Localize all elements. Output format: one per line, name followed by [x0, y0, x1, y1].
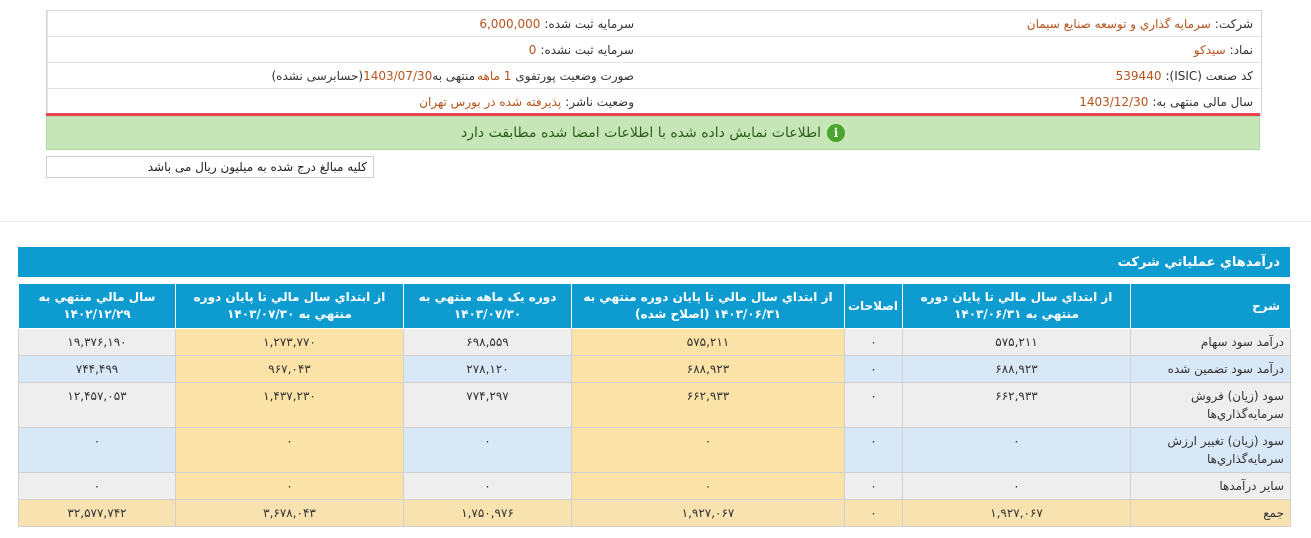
row-description: ساير درآمدها — [1130, 472, 1291, 500]
company-label: شرکت: — [1214, 16, 1253, 31]
cell-value: ۵۷۵,۲۱۱ — [902, 328, 1131, 356]
publisher-status-value: پذیرفته شده در بورس تهران — [419, 94, 562, 109]
section-title: درآمدهاي عملياتي شرکت — [18, 247, 1290, 277]
col-header-ytd-0631: از ابتداي سال مالي تا پايان دوره منتهي ب… — [902, 283, 1131, 329]
table-row: سود (زيان) فروش سرمايه‌گذاري‌ها ۶۶۲,۹۳۳ … — [18, 382, 1291, 428]
cell-value: ۰ — [902, 427, 1131, 473]
cell-value: ۷۴۴,۴۹۹ — [18, 355, 176, 383]
info-row-3: کد صنعت (ISIC): 539440 صورت وضعیت پورتفو… — [47, 63, 1261, 89]
table-row: درآمد سود تضمين شده ۶۸۸,۹۲۳ ۰ ۶۸۸,۹۲۳ ۲۷… — [18, 355, 1291, 383]
row-description: سود (زيان) فروش سرمايه‌گذاري‌ها — [1130, 382, 1291, 428]
table-row: ساير درآمدها ۰ ۰ ۰ ۰ ۰ ۰ — [18, 472, 1291, 500]
cell-value: ۵۷۵,۲۱۱ — [571, 328, 845, 356]
cell-value: ۱,۹۲۷,۰۶۷ — [571, 499, 845, 527]
fiscal-year-cell: سال مالی منتهی به: 1403/12/30 — [642, 89, 1261, 114]
cell-value: ۳۲,۵۷۷,۷۴۲ — [18, 499, 176, 527]
col-header-ytd-0631-adjusted: از ابتداي سال مالي تا پايان دوره منتهي ب… — [571, 283, 845, 329]
cell-value: ۶۶۲,۹۳۳ — [902, 382, 1131, 428]
col-header-fy-1402: سال مالي منتهي به ۱۴۰۲/۱۲/۲۹ — [18, 283, 176, 329]
row-description: درآمد سود تضمين شده — [1130, 355, 1291, 383]
section-divider — [0, 221, 1311, 222]
cell-value: ۶۸۸,۹۲۳ — [902, 355, 1131, 383]
cell-value: ۱۲,۴۵۷,۰۵۳ — [18, 382, 176, 428]
company-value: سرمايه گذاري و توسعه صنايع سيمان — [1026, 16, 1211, 31]
isic-label: کد صنعت (ISIC): — [1165, 68, 1253, 83]
cell-value: ۱۹,۳۷۶,۱۹۰ — [18, 328, 176, 356]
unregistered-capital-label: سرمايه ثبت نشده: — [540, 42, 634, 57]
registered-capital-label: سرمايه ثبت شده: — [544, 16, 634, 31]
unregistered-capital-value: 0 — [528, 42, 537, 57]
col-header-adjustments: اصلاحات — [844, 283, 903, 329]
cell-value: ۰ — [175, 427, 404, 473]
portfolio-status-cell: صورت وضعیت پورتفوی 1 ماهه منتهی به 1403/… — [47, 63, 642, 88]
cell-value: ۶۹۸,۵۵۹ — [403, 328, 572, 356]
operating-revenue-table: شرح از ابتداي سال مالي تا پايان دوره منت… — [18, 283, 1291, 527]
publisher-status-label: وضعیت ناشر: — [565, 94, 634, 109]
cell-value: ۰ — [175, 472, 404, 500]
col-header-description: شرح — [1130, 283, 1291, 329]
cell-value: ۰ — [571, 472, 845, 500]
fiscal-year-value: 1403/12/30 — [1079, 94, 1149, 109]
company-cell: شرکت: سرمايه گذاري و توسعه صنايع سيمان — [642, 11, 1261, 36]
info-icon: i — [827, 124, 845, 142]
symbol-label: نماد: — [1229, 42, 1253, 57]
cell-value: ۱,۷۵۰,۹۷۶ — [403, 499, 572, 527]
row-description: سود (زيان) تغيير ارزش سرمايه‌گذاري‌ها — [1130, 427, 1291, 473]
portfolio-label: صورت وضعیت پورتفوی — [515, 68, 634, 83]
info-row-4: سال مالی منتهی به: 1403/12/30 وضعیت ناشر… — [47, 89, 1261, 114]
cell-value: ۰ — [844, 499, 903, 527]
info-row-1: شرکت: سرمايه گذاري و توسعه صنايع سيمان س… — [47, 11, 1261, 37]
cell-value: ۷۷۴,۲۹۷ — [403, 382, 572, 428]
cell-value: ۰ — [844, 427, 903, 473]
cell-value: ۰ — [844, 328, 903, 356]
publisher-status-cell: وضعیت ناشر: پذیرفته شده در بورس تهران — [47, 89, 642, 114]
cell-value: ۰ — [571, 427, 845, 473]
table-header-row: شرح از ابتداي سال مالي تا پايان دوره منت… — [18, 283, 1291, 329]
row-description: درآمد سود سهام — [1130, 328, 1291, 356]
cell-value: ۳,۶۷۸,۰۴۳ — [175, 499, 404, 527]
fiscal-year-label: سال مالی منتهی به: — [1152, 94, 1253, 109]
cell-value: ۰ — [18, 472, 176, 500]
portfolio-audit-status: (حسابرسی نشده) — [271, 68, 364, 83]
cell-value: ۰ — [403, 427, 572, 473]
cell-value: ۹۶۷,۰۴۳ — [175, 355, 404, 383]
cell-value: ۰ — [18, 427, 176, 473]
cell-value: ۱,۴۳۷,۲۳۰ — [175, 382, 404, 428]
unit-note: کلیه مبالغ درج شده به میلیون ریال می باش… — [46, 156, 374, 178]
notice-text: اطلاعات نمایش داده شده با اطلاعات امضا ش… — [461, 125, 821, 141]
cell-value: ۰ — [403, 472, 572, 500]
isic-cell: کد صنعت (ISIC): 539440 — [642, 63, 1261, 88]
row-description: جمع — [1130, 499, 1291, 527]
symbol-value: سيدکو — [1193, 42, 1226, 57]
cell-value: ۶۸۸,۹۲۳ — [571, 355, 845, 383]
symbol-cell: نماد: سيدکو — [642, 37, 1261, 62]
cell-value: ۱,۲۷۳,۷۷۰ — [175, 328, 404, 356]
cell-value: ۰ — [844, 355, 903, 383]
table-row-total: جمع ۱,۹۲۷,۰۶۷ ۰ ۱,۹۲۷,۰۶۷ ۱,۷۵۰,۹۷۶ ۳,۶۷… — [18, 499, 1291, 527]
verification-notice: i اطلاعات نمایش داده شده با اطلاعات امضا… — [46, 116, 1260, 150]
isic-value: 539440 — [1115, 68, 1162, 83]
col-header-ytd-0730: از ابتداي سال مالي تا پايان دوره منتهي ب… — [175, 283, 404, 329]
info-row-2: نماد: سيدکو سرمايه ثبت نشده: 0 — [47, 37, 1261, 63]
cell-value: ۶۶۲,۹۳۳ — [571, 382, 845, 428]
table-row: درآمد سود سهام ۵۷۵,۲۱۱ ۰ ۵۷۵,۲۱۱ ۶۹۸,۵۵۹… — [18, 328, 1291, 356]
portfolio-date: 1403/07/30 — [363, 68, 433, 83]
cell-value: ۰ — [844, 472, 903, 500]
registered-capital-value: 6,000,000 — [479, 16, 541, 31]
col-header-month-0730: دوره يک ماهه منتهي به ۱۴۰۳/۰۷/۳۰ — [403, 283, 572, 329]
table-row: سود (زيان) تغيير ارزش سرمايه‌گذاري‌ها ۰ … — [18, 427, 1291, 473]
registered-capital-cell: سرمايه ثبت شده: 6,000,000 — [47, 11, 642, 36]
cell-value: ۰ — [902, 472, 1131, 500]
company-info-panel: شرکت: سرمايه گذاري و توسعه صنايع سيمان س… — [46, 10, 1262, 116]
portfolio-suffix: منتهی به — [432, 68, 476, 83]
cell-value: ۲۷۸,۱۲۰ — [403, 355, 572, 383]
unregistered-capital-cell: سرمايه ثبت نشده: 0 — [47, 37, 642, 62]
cell-value: ۰ — [844, 382, 903, 428]
portfolio-period: 1 ماهه — [477, 68, 512, 83]
cell-value: ۱,۹۲۷,۰۶۷ — [902, 499, 1131, 527]
